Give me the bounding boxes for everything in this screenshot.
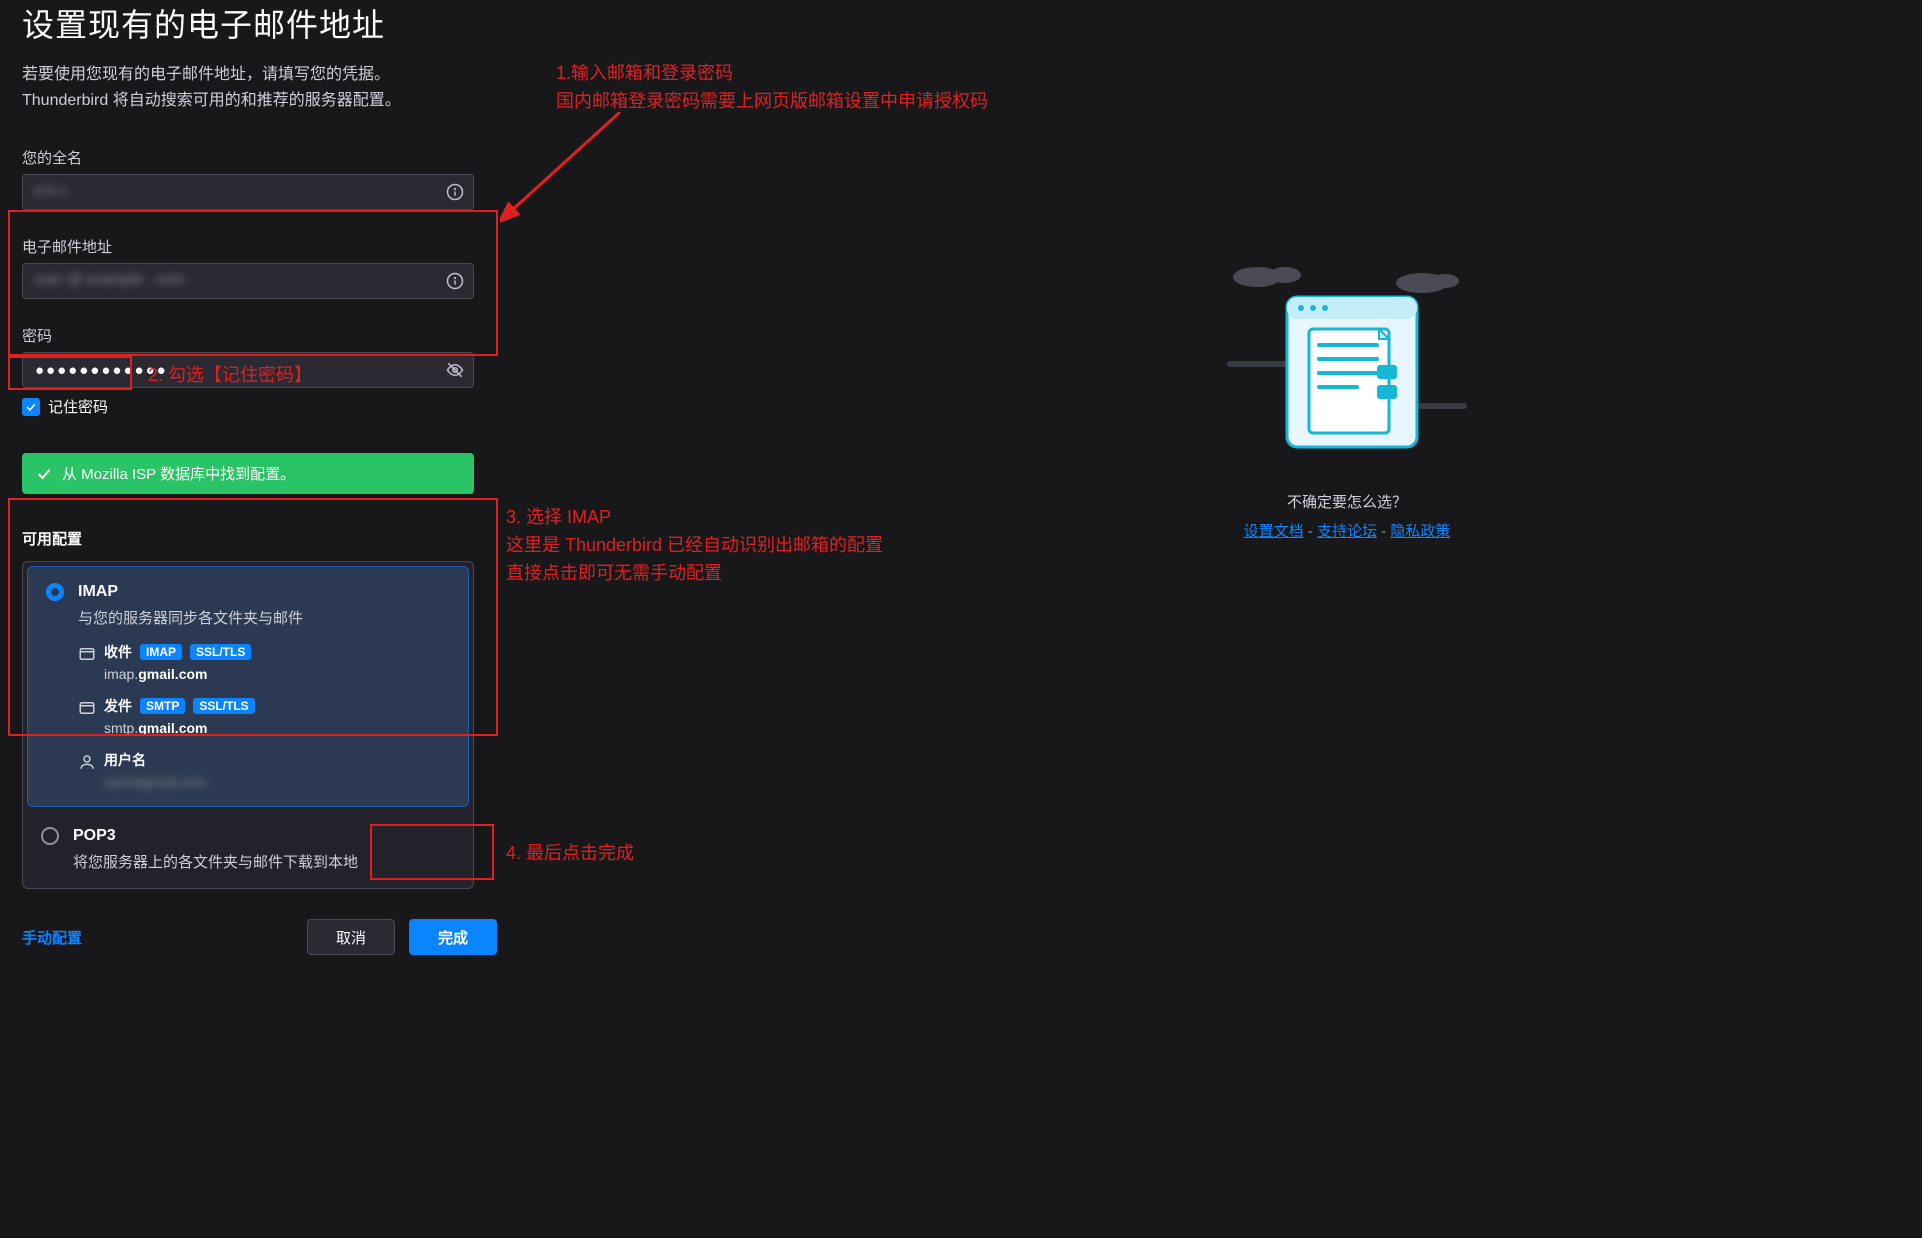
- config-panel: IMAP 与您的服务器同步各文件夹与邮件 收件 IMAP SSL/TLS ima…: [22, 561, 474, 889]
- radio-imap[interactable]: [46, 583, 64, 601]
- status-text: 从 Mozilla ISP 数据库中找到配置。: [62, 463, 295, 484]
- eye-off-icon[interactable]: [446, 361, 464, 379]
- badge-smtp: SMTP: [140, 698, 185, 714]
- email-label: 电子邮件地址: [22, 236, 497, 257]
- username-label: 用户名: [104, 750, 146, 770]
- subtitle-line-1: 若要使用您现有的电子邮件地址，请填写您的凭据。: [22, 62, 1900, 88]
- remember-password-checkbox[interactable]: [22, 398, 40, 416]
- config-option-pop3[interactable]: POP3 将您服务器上的各文件夹与邮件下载到本地: [23, 811, 473, 888]
- help-link-docs[interactable]: 设置文档: [1244, 523, 1304, 540]
- password-label: 密码: [22, 325, 497, 346]
- incoming-server: imap.gmail.com: [104, 666, 450, 682]
- done-button[interactable]: 完成: [409, 919, 497, 955]
- cancel-button[interactable]: 取消: [307, 919, 395, 955]
- info-icon: [446, 183, 464, 201]
- help-links: 设置文档 - 支持论坛 - 隐私政策: [1177, 520, 1517, 541]
- outgoing-label: 发件: [104, 696, 132, 716]
- pop3-title: POP3: [73, 827, 116, 845]
- radio-pop3[interactable]: [41, 827, 59, 845]
- manual-config-link[interactable]: 手动配置: [22, 927, 82, 948]
- badge-ssl: SSL/TLS: [190, 644, 251, 660]
- pop3-desc: 将您服务器上的各文件夹与邮件下载到本地: [73, 851, 455, 872]
- incoming-label: 收件: [104, 642, 132, 662]
- username-value: useratgmail.com: [104, 774, 450, 790]
- page-subtitle: 若要使用您现有的电子邮件地址，请填写您的凭据。 Thunderbird 将自动搜…: [22, 62, 1900, 113]
- download-icon: [78, 645, 96, 659]
- config-option-imap[interactable]: IMAP 与您的服务器同步各文件夹与邮件 收件 IMAP SSL/TLS ima…: [27, 566, 469, 807]
- remember-password-label: 记住密码: [48, 396, 108, 417]
- imap-desc: 与您的服务器同步各文件夹与邮件: [78, 607, 450, 628]
- imap-title: IMAP: [78, 583, 118, 601]
- info-icon: [446, 272, 464, 290]
- outgoing-server: smtp.gmail.com: [104, 720, 450, 736]
- status-bar: 从 Mozilla ISP 数据库中找到配置。: [22, 453, 474, 494]
- check-icon: [36, 466, 52, 482]
- help-title: 不确定要怎么选？: [1177, 491, 1517, 512]
- help-link-forum[interactable]: 支持论坛: [1317, 523, 1377, 540]
- badge-ssl: SSL/TLS: [193, 698, 254, 714]
- password-input[interactable]: [22, 352, 474, 388]
- subtitle-line-2: Thunderbird 将自动搜索可用的和推荐的服务器配置。: [22, 88, 1900, 114]
- document-illustration-icon: [1217, 253, 1477, 473]
- upload-icon: [78, 699, 96, 713]
- page-title: 设置现有的电子邮件地址: [22, 0, 1900, 46]
- help-illustration: 不确定要怎么选？ 设置文档 - 支持论坛 - 隐私政策: [1177, 253, 1517, 541]
- badge-imap: IMAP: [140, 644, 182, 660]
- fullname-label: 您的全名: [22, 147, 497, 168]
- user-icon: [78, 753, 96, 767]
- fullname-input[interactable]: [22, 174, 474, 210]
- help-link-privacy[interactable]: 隐私政策: [1390, 523, 1450, 540]
- available-config-label: 可用配置: [22, 528, 497, 549]
- email-input[interactable]: [22, 263, 474, 299]
